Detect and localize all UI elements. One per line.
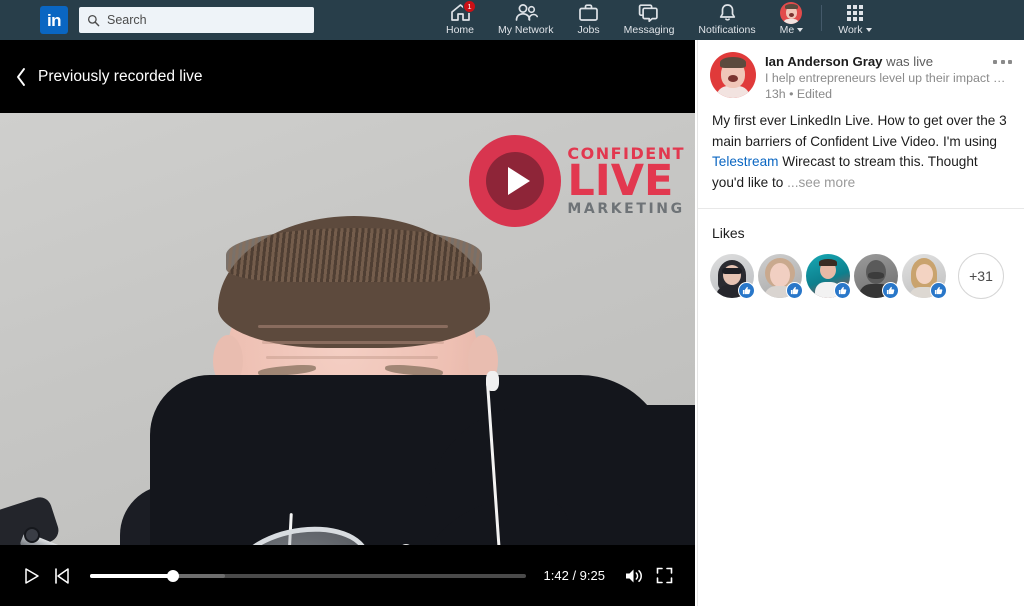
nav-item-jobs[interactable]: Jobs	[565, 0, 611, 36]
brand-text: CONFIDENT LIVE MARKETING	[567, 146, 685, 216]
post-text-part1: My first ever LinkedIn Live. How to get …	[712, 113, 1007, 149]
progress-thumb[interactable]	[166, 569, 179, 582]
forehead-line	[266, 356, 438, 359]
brand-watermark: CONFIDENT LIVE MARKETING	[469, 135, 685, 227]
avatar-icon	[780, 1, 803, 24]
volume-icon	[625, 569, 642, 582]
back-button[interactable]	[8, 64, 34, 90]
nav-items: 1 Home My Network Jobs Messaging Notific…	[434, 0, 884, 40]
reactor-avatar-2[interactable]	[758, 253, 803, 299]
play-triangle	[507, 167, 530, 195]
nav-divider	[821, 5, 823, 31]
nav-item-jobs-label: Jobs	[577, 24, 600, 36]
thumbs-up-icon	[930, 281, 947, 299]
linkedin-video-page: in Search 1 Home My Network Jobs Messagi…	[0, 0, 1024, 606]
volume-button[interactable]	[619, 561, 649, 591]
play-icon-inner	[486, 152, 545, 210]
forehead-line	[258, 325, 448, 328]
nav-item-home[interactable]: 1 Home	[434, 0, 486, 36]
post-meta: Ian Anderson Gray was live I help entrep…	[765, 52, 1010, 101]
thumbs-up-icon	[834, 281, 851, 299]
time-display: 1:42 / 9:25	[543, 568, 605, 583]
reactor-avatar-1[interactable]	[710, 253, 755, 299]
reactor-avatar-4[interactable]	[854, 253, 899, 299]
forehead-line	[262, 341, 444, 344]
likes-overflow-count[interactable]: +31	[958, 252, 1004, 299]
post-text: My first ever LinkedIn Live. How to get …	[698, 101, 1024, 208]
nav-item-messaging-label: Messaging	[623, 24, 675, 36]
post-sidebar: Ian Anderson Gray was live I help entrep…	[697, 40, 1024, 606]
likes-heading: Likes	[712, 224, 745, 241]
chevron-down-icon	[865, 28, 872, 33]
nav-item-me-label: Me	[780, 24, 804, 36]
fullscreen-button[interactable]	[649, 561, 679, 591]
brand-line-3: MARKETING	[567, 200, 685, 217]
post-status: was live	[886, 54, 934, 69]
play-button[interactable]	[16, 561, 46, 591]
post-header: Ian Anderson Gray was live I help entrep…	[698, 40, 1024, 101]
video-frame: CONFIDENT LIVE MARKETING	[0, 113, 695, 545]
author-avatar[interactable]	[710, 52, 756, 98]
nav-item-me[interactable]: Me	[768, 0, 816, 36]
post-text-link[interactable]: Telestream	[712, 154, 778, 169]
search-input[interactable]: Search	[79, 7, 314, 33]
author-line: Ian Anderson Gray was live	[765, 54, 1010, 69]
thumbs-up-icon	[786, 281, 803, 299]
grid-icon	[846, 3, 863, 22]
nav-item-home-label: Home	[446, 24, 475, 36]
briefcase-icon	[578, 3, 599, 22]
reactor-avatar-5[interactable]	[902, 253, 947, 299]
progress-played	[90, 573, 173, 578]
play-icon	[469, 135, 562, 227]
earbud	[486, 371, 499, 391]
play-icon	[24, 567, 39, 584]
nav-item-messaging[interactable]: Messaging	[612, 0, 687, 36]
mic-boom-knob	[24, 527, 40, 543]
message-icon	[638, 3, 660, 22]
nav-item-my-network[interactable]: My Network	[486, 0, 565, 36]
linkedin-logo[interactable]: in	[40, 6, 68, 34]
thumbs-up-icon	[738, 281, 755, 299]
reactor-avatar-3[interactable]	[806, 253, 851, 299]
nav-item-my-network-label: My Network	[498, 24, 554, 36]
thumbs-up-icon	[882, 281, 899, 299]
nav-item-work-label: Work	[838, 24, 872, 36]
author-headline: I help entrepreneurs level up their impa…	[765, 71, 1010, 85]
bell-icon	[718, 3, 737, 22]
top-navigation-bar: in Search 1 Home My Network Jobs Messagi…	[0, 0, 1024, 40]
chevron-down-icon	[797, 28, 804, 33]
nav-item-work[interactable]: Work	[826, 0, 883, 36]
post-timestamp: 13h • Edited	[765, 87, 833, 101]
fullscreen-icon	[656, 567, 672, 584]
people-icon	[514, 3, 538, 22]
overflow-menu-icon[interactable]	[993, 60, 1012, 64]
brand-line-2: LIVE	[567, 156, 674, 207]
likes-avatars-row: +31	[698, 241, 1024, 299]
video-page-header: Previously recorded live	[0, 40, 695, 113]
search-icon	[87, 14, 100, 26]
page-title: Previously recorded live	[38, 67, 203, 85]
see-more-link[interactable]: ...see more	[787, 175, 855, 190]
previous-button[interactable]	[46, 561, 76, 591]
skip-previous-icon	[54, 567, 69, 584]
search-placeholder-text: Search	[107, 13, 147, 27]
nav-item-notifications[interactable]: Notifications	[686, 0, 767, 36]
home-notification-badge: 1	[463, 0, 477, 13]
nav-item-notifications-label: Notifications	[698, 24, 756, 36]
video-controls: 1:42 / 9:25	[0, 545, 695, 606]
person-hair	[218, 216, 490, 348]
author-name[interactable]: Ian Anderson Gray	[765, 54, 883, 69]
progress-bar[interactable]	[90, 569, 526, 582]
chevron-left-icon	[16, 67, 25, 86]
video-player[interactable]: CONFIDENT LIVE MARKETING	[0, 113, 695, 545]
